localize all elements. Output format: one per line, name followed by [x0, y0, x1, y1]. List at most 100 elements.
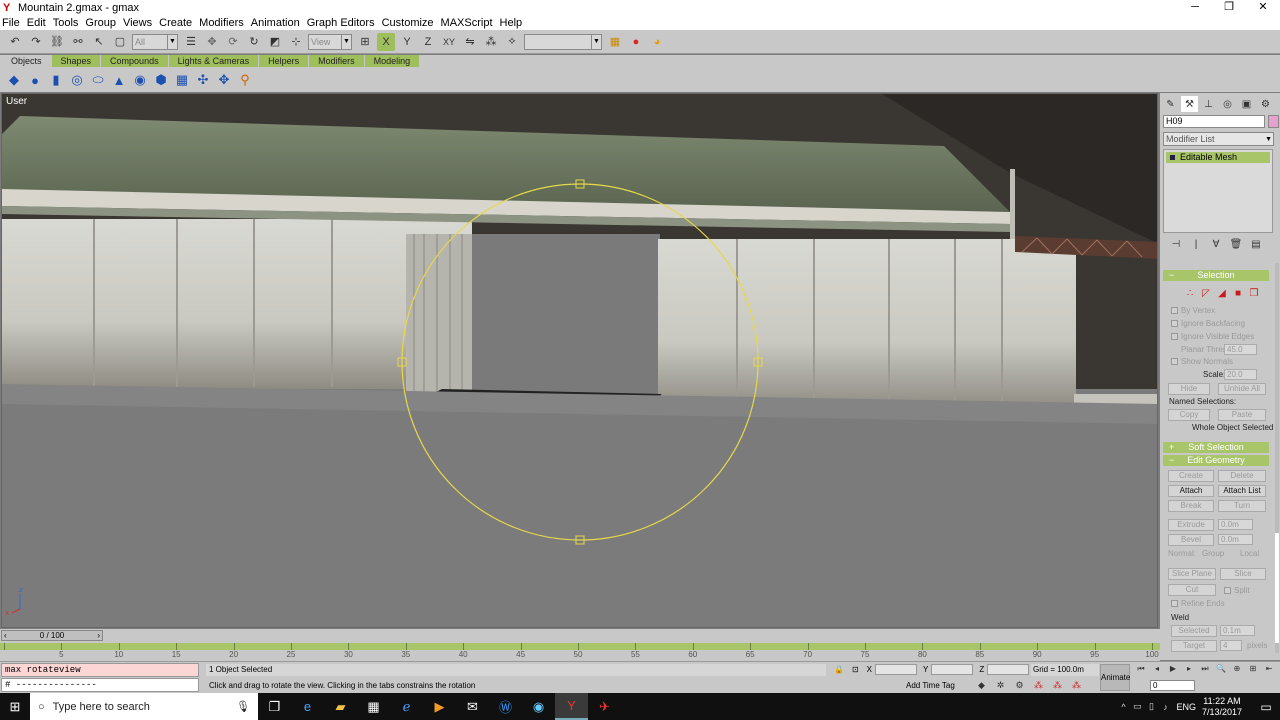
microphone-icon[interactable]: 🎙	[236, 700, 250, 713]
time-slider[interactable]: ‹ 0 / 100 ›	[0, 629, 1160, 641]
y-constraint-icon[interactable]: Y	[398, 33, 416, 51]
menu-maxscript[interactable]: MAXScript	[441, 17, 493, 29]
current-frame-field[interactable]: 0	[1150, 680, 1195, 691]
goto-end-icon[interactable]: ⏭	[1197, 664, 1213, 677]
quick-render-icon[interactable]: ◕	[648, 33, 666, 51]
angle-snap-icon[interactable]: ✲	[991, 680, 1010, 691]
scale-icon[interactable]: ◩	[266, 33, 284, 51]
spacewarp-icon[interactable]: ✣	[194, 71, 212, 89]
paste-button[interactable]: Paste	[1218, 409, 1266, 421]
modifier-list-dropdown[interactable]: Modifier List ▼	[1163, 132, 1274, 146]
weld-target-spinner[interactable]: 4	[1220, 640, 1242, 651]
z-constraint-icon[interactable]: Z	[419, 33, 437, 51]
volume-icon[interactable]: ♪	[1158, 702, 1172, 712]
ref-coord-dropdown[interactable]: View ▼	[308, 33, 352, 50]
ie-icon[interactable]: ℯ	[390, 693, 423, 720]
next-frame-icon[interactable]: ▸	[1181, 664, 1197, 677]
flight-sim-icon[interactable]: ✈	[588, 693, 621, 720]
play-icon[interactable]: ▶	[1165, 664, 1181, 677]
mail-icon[interactable]: ✉	[456, 693, 489, 720]
store-icon[interactable]: ▦	[357, 693, 390, 720]
z-coord-field[interactable]	[987, 664, 1030, 675]
cylinder-icon[interactable]: ▮	[47, 71, 65, 89]
make-unique-icon[interactable]: ∀	[1206, 239, 1226, 250]
motion-tab-icon[interactable]: ◎	[1219, 96, 1236, 112]
break-button[interactable]: Break	[1168, 500, 1214, 512]
pivot-icon[interactable]: ⊹	[287, 33, 305, 51]
bevel-spinner[interactable]: 0.0m	[1218, 534, 1253, 545]
zoom-icon[interactable]: 🔍	[1213, 664, 1229, 677]
extrude-button[interactable]: Extrude	[1168, 519, 1214, 531]
plane-icon[interactable]: ▦	[173, 71, 191, 89]
delete-button[interactable]: Delete	[1218, 470, 1266, 482]
show-end-result-icon[interactable]: |	[1186, 239, 1206, 250]
turn-button[interactable]: Turn	[1218, 500, 1266, 512]
ignore-visible-edges-checkbox[interactable]	[1171, 333, 1178, 340]
cut-button[interactable]: Cut	[1168, 584, 1216, 596]
percent-snap-icon[interactable]: ⚙	[1010, 680, 1029, 691]
window-crossing-icon[interactable]: ⁂	[1048, 680, 1067, 691]
aol-icon[interactable]: ◉	[522, 693, 555, 720]
bevel-button[interactable]: Bevel	[1168, 534, 1214, 546]
scale-spinner[interactable]: 20.0	[1224, 369, 1257, 380]
viewport-user[interactable]: z x User	[1, 93, 1158, 628]
task-view-icon[interactable]: ❐	[258, 693, 291, 720]
menu-create[interactable]: Create	[159, 17, 192, 29]
soft-selection-rollout-header[interactable]: + Soft Selection	[1163, 442, 1269, 453]
lock-icon[interactable]: 🔒	[834, 665, 844, 674]
snap-toggle-icon[interactable]: ◆	[972, 680, 991, 691]
polygon-icon[interactable]: ■	[1230, 288, 1246, 299]
time-next-icon[interactable]: ›	[97, 631, 100, 640]
x-constraint-icon[interactable]: X	[377, 32, 395, 51]
planar-thresh-spinner[interactable]: 45.0	[1224, 344, 1257, 355]
minimize-button[interactable]: ─	[1178, 0, 1212, 15]
tab-compounds[interactable]: Compounds	[101, 55, 168, 67]
degradation-icon[interactable]: ⁂	[1067, 680, 1086, 691]
mirror-icon[interactable]: ⇋	[461, 33, 479, 51]
normal-group-radio[interactable]: Group	[1202, 549, 1224, 558]
maxscript-listener-output[interactable]: max rotateview	[1, 663, 199, 677]
copy-button[interactable]: Copy	[1168, 409, 1210, 421]
object-color-swatch[interactable]	[1268, 115, 1279, 128]
create-button[interactable]: Create	[1168, 470, 1214, 482]
region-select-icon[interactable]: ▢	[111, 33, 129, 51]
edit-geometry-rollout-header[interactable]: − Edit Geometry	[1163, 455, 1269, 466]
zoom-extents-icon[interactable]: ⊞	[1245, 664, 1261, 677]
normal-local-radio[interactable]: Local	[1240, 549, 1259, 558]
edge-icon[interactable]: ◸	[1198, 288, 1214, 299]
menu-graph-editors[interactable]: Graph Editors	[307, 17, 375, 29]
weld-threshold-spinner[interactable]: 0.1m	[1220, 625, 1255, 636]
unhide-all-button[interactable]: Unhide All	[1218, 383, 1266, 395]
element-icon[interactable]: ❒	[1246, 288, 1262, 299]
maxscript-listener-input[interactable]: # ---------------	[1, 678, 199, 692]
create-tab-icon[interactable]: ✎	[1162, 96, 1179, 112]
menu-animation[interactable]: Animation	[251, 17, 300, 29]
configure-sets-icon[interactable]: ▤	[1246, 239, 1266, 250]
scatter-icon[interactable]: ✥	[215, 71, 233, 89]
track-bar[interactable]: 5 10 15 20 25 30 35 40 45 50 55 60 65 70 75 80 85 90 95 100	[0, 641, 1160, 661]
rotate-icon[interactable]: ⟳	[224, 33, 242, 51]
animate-button[interactable]: Animate	[1100, 664, 1130, 691]
x-coord-field[interactable]	[875, 664, 918, 675]
hedra-icon[interactable]: ⬢	[152, 71, 170, 89]
menu-file[interactable]: File	[2, 17, 20, 29]
time-slider-knob[interactable]: ‹ 0 / 100 ›	[1, 630, 103, 641]
language-indicator[interactable]: ENG	[1176, 702, 1196, 712]
refine-ends-checkbox[interactable]	[1171, 600, 1178, 607]
material-editor-icon[interactable]: ▦	[606, 33, 624, 51]
select-icon[interactable]: ↖	[90, 33, 108, 51]
zoom-all-icon[interactable]: ⊕	[1229, 664, 1245, 677]
face-icon[interactable]: ◢	[1214, 288, 1230, 299]
attach-list-button[interactable]: Attach List	[1218, 485, 1266, 497]
edge-icon[interactable]: e	[291, 693, 324, 720]
media-icon[interactable]: ▶	[423, 693, 456, 720]
extrude-spinner[interactable]: 0.0m	[1218, 519, 1253, 530]
redo-icon[interactable]: ↷	[27, 33, 45, 51]
remove-modifier-icon[interactable]: 🗑	[1226, 239, 1246, 250]
select-by-name-icon[interactable]: ☰	[182, 33, 200, 51]
menu-modifiers[interactable]: Modifiers	[199, 17, 244, 29]
selection-filter-dropdown[interactable]: All ▼	[132, 33, 178, 50]
notification-icon[interactable]: ▭	[1252, 700, 1280, 714]
pin-stack-icon[interactable]: ⊣	[1166, 239, 1186, 250]
restore-button[interactable]: ❐	[1212, 0, 1246, 15]
